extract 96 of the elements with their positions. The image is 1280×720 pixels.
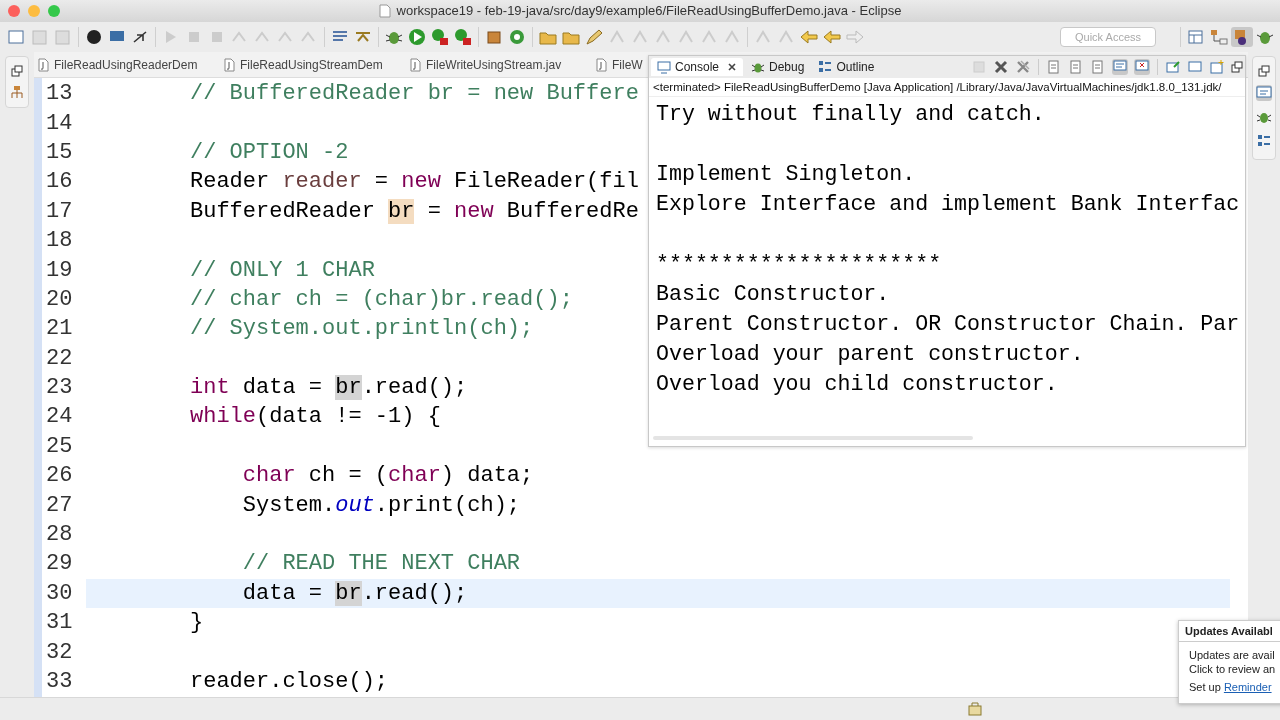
restore-icon[interactable] [11, 65, 23, 77]
line-number: 33 [45, 669, 74, 694]
line-number: 22 [45, 345, 74, 371]
notification-title: Updates Availabl [1179, 621, 1280, 642]
new-window-icon[interactable] [1209, 59, 1225, 75]
window-title: workspace19 - feb-19-java/src/day9/example6/FileReadUsingBufferDemo.java - Eclipse [396, 3, 902, 18]
view-tab[interactable]: Debug [745, 58, 811, 76]
pen-icon[interactable] [583, 27, 605, 47]
line-number: 19 [45, 257, 74, 283]
file-icon [378, 3, 391, 18]
console-output-line: ********************** [656, 251, 943, 278]
toolbar-icon[interactable] [452, 27, 474, 47]
line-number: 18 [45, 228, 74, 254]
run-icon[interactable] [406, 27, 428, 47]
console-icon [657, 60, 671, 74]
console-output-line: Parent Constructor. OR Constructor Chain. Par [656, 311, 1241, 338]
line-number: 29 [45, 551, 74, 577]
notification-text: Updates are avail [1189, 648, 1276, 662]
line-number: 14 [45, 110, 74, 136]
code-line: char ch = (char) data; [241, 463, 534, 489]
line-number: 13 [45, 81, 74, 107]
view-tab[interactable]: Console [651, 58, 744, 76]
line-number: 26 [45, 463, 74, 489]
line-number: 16 [45, 169, 74, 195]
line-number: 32 [45, 639, 74, 665]
line-number: 20 [45, 286, 74, 312]
code-line: // BufferedReader br = new Buffere [190, 81, 639, 107]
outline-icon[interactable] [1256, 133, 1272, 149]
console-output-line: Overload you child constructor. [656, 371, 1059, 398]
notification-popup[interactable]: Updates Availabl Updates are avail Click to review an Set up Reminder [1178, 620, 1280, 704]
line-number: 31 [45, 610, 74, 636]
line-number: 15 [45, 139, 74, 165]
console-output-line: Explore Interface and implement Bank Interfac [656, 191, 1241, 218]
code-line: System.out.print(ch); [241, 492, 521, 518]
code-line: reader.close(); [190, 669, 389, 694]
pin-icon[interactable] [1165, 59, 1181, 75]
line-number: 28 [45, 522, 74, 548]
stop-icon[interactable] [971, 59, 987, 75]
zoom-window-button[interactable] [48, 5, 60, 17]
code-line: // READ THE NEXT CHAR [241, 551, 521, 577]
java-file-icon [410, 57, 421, 72]
editor-tab[interactable]: FileW [592, 52, 643, 77]
hierarchy-icon[interactable] [10, 85, 24, 99]
code-line: Reader reader = new FileReader(fil [190, 169, 639, 195]
java-file-icon [38, 57, 49, 72]
code-line: while(data != -1) { [190, 404, 441, 430]
console-output-line: Implement Singleton. [656, 161, 917, 188]
restore-icon[interactable] [1231, 61, 1243, 73]
console-output-line: Try without finally and catch. [656, 101, 1046, 128]
code-line: // System.out.println(ch); [190, 316, 534, 342]
notification-text: Set up [1189, 681, 1221, 693]
code-line: data = br.read(); [241, 580, 468, 606]
remove-all-icon[interactable] [1015, 59, 1031, 75]
editor-tab[interactable]: FileReadUsingReaderDem [34, 52, 220, 77]
java-perspective-icon[interactable] [1231, 27, 1253, 47]
monitor-icon[interactable] [1187, 59, 1203, 75]
outline-icon [818, 60, 833, 74]
notification-text: Click to review an [1189, 662, 1277, 676]
document-icon[interactable] [1090, 59, 1106, 75]
console-icon[interactable] [1256, 85, 1272, 101]
console-status: <terminated> FileReadUsingBufferDemo [Java Application] /Library/Java/JavaVirtualMachines/jdk1.8.0_131.jdk/ [649, 78, 1245, 97]
line-number: 23 [45, 375, 74, 401]
remove-icon[interactable] [993, 59, 1009, 75]
console-icon[interactable] [1134, 59, 1150, 75]
document-icon[interactable] [1046, 59, 1062, 75]
code-line: // char ch = (char)br.read(); [190, 286, 573, 312]
code-line: } [190, 610, 204, 636]
console-output-line: Overload your parent constructor. [656, 341, 1085, 368]
java-file-icon [224, 57, 235, 72]
line-number: 30 [45, 580, 74, 606]
code-line: // OPTION -2 [190, 139, 349, 165]
line-number: 17 [45, 198, 74, 224]
line-number: 25 [45, 433, 74, 459]
arrow-icon[interactable] [821, 27, 843, 47]
view-tab[interactable]: Outline [812, 58, 881, 76]
arrow-icon[interactable] [798, 27, 820, 47]
code-line: int data = br.read(); [190, 375, 468, 401]
minimize-window-button[interactable] [28, 5, 40, 17]
code-line: BufferedReader br = new BufferedRe [190, 198, 639, 224]
console-icon[interactable] [1112, 59, 1128, 75]
line-number: 27 [45, 492, 74, 518]
line-number: 24 [45, 404, 74, 430]
quick-access-field[interactable]: Quick Access [1060, 27, 1156, 47]
toolbar-icon[interactable] [429, 27, 451, 47]
close-window-button[interactable] [8, 5, 20, 17]
java-file-icon [596, 57, 607, 72]
editor-tab[interactable]: FileWriteUsingStream.jav [406, 52, 592, 77]
code-line: // ONLY 1 CHAR [190, 257, 375, 283]
console-output-line: Basic Constructor. [656, 281, 891, 308]
restore-icon[interactable] [1258, 65, 1270, 77]
document-icon[interactable] [1068, 59, 1084, 75]
close-icon[interactable] [727, 62, 738, 72]
updates-icon[interactable] [967, 702, 983, 716]
reminder-link[interactable]: Reminder [1223, 681, 1272, 693]
line-number: 21 [45, 316, 74, 342]
editor-tab[interactable]: FileReadUsingStreamDem [220, 52, 406, 77]
